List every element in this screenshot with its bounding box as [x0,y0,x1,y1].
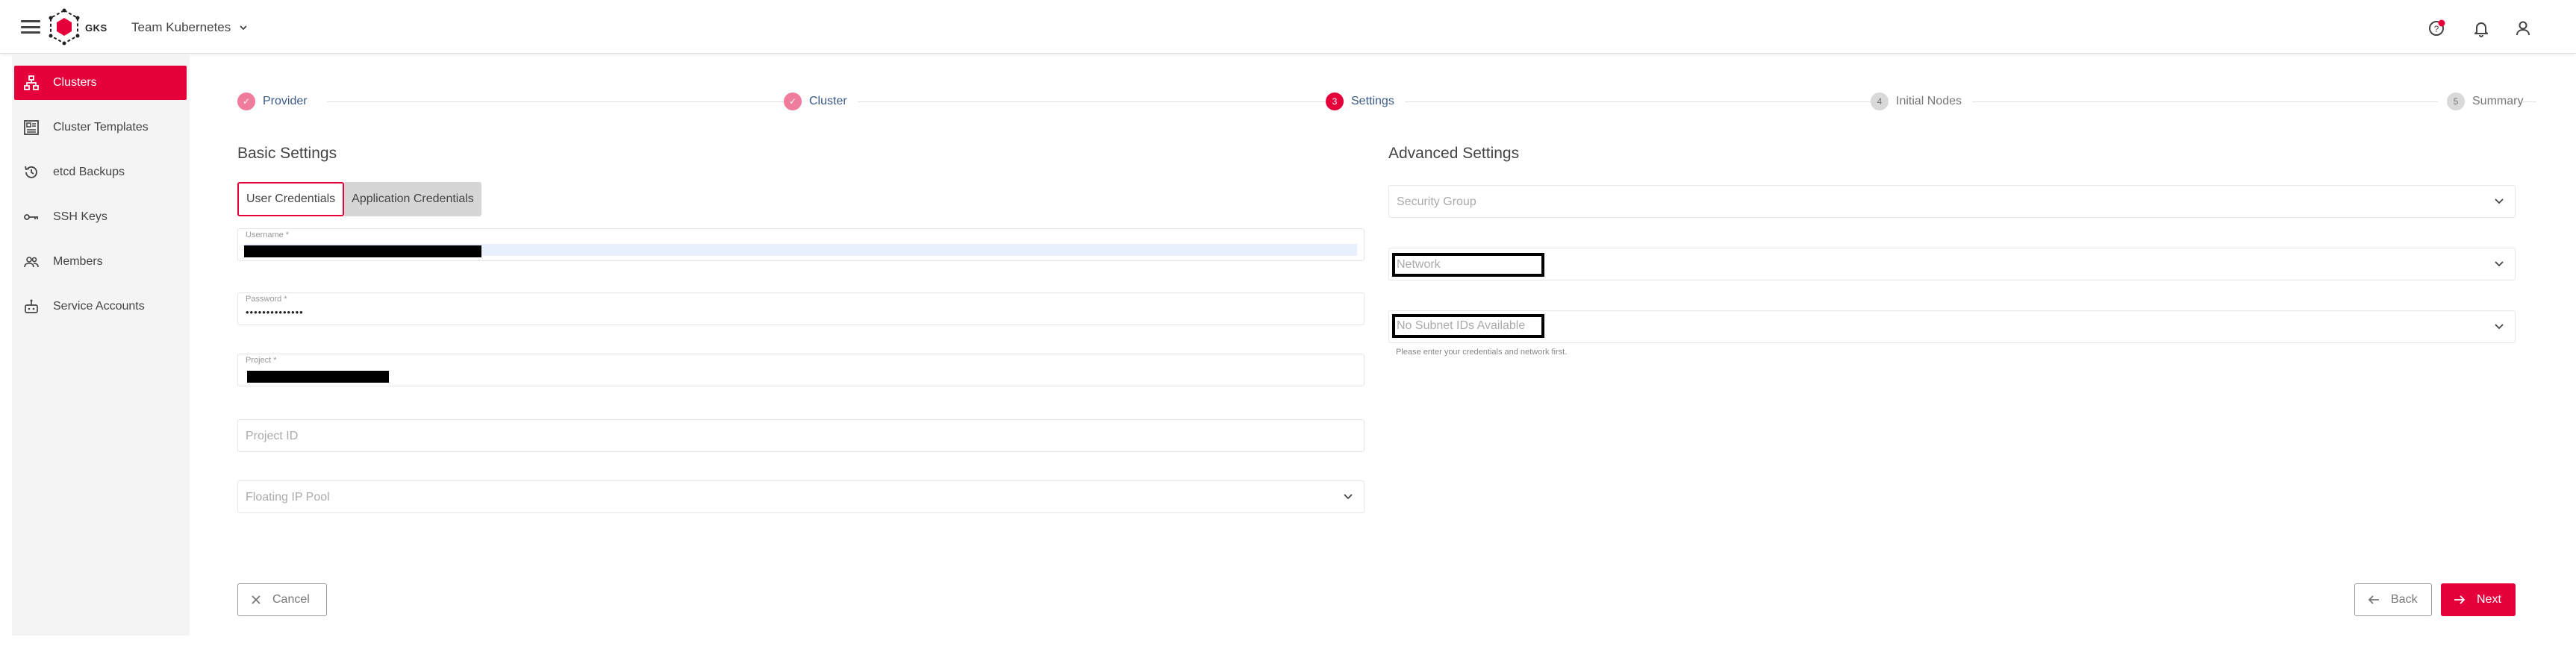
close-icon [252,595,261,604]
step-settings[interactable]: 3 Settings [1326,93,1405,110]
advanced-settings-title: Advanced Settings [1388,145,1520,162]
cancel-label: Cancel [272,593,310,606]
network-placeholder: Network [1397,258,1441,271]
next-label: Next [2477,593,2501,606]
step-label: Initial Nodes [1896,95,1962,107]
chevron-down-icon [2495,324,2504,330]
step-marker: 3 [1326,93,1344,110]
history-icon [23,164,40,181]
step-marker: 5 [2447,93,2465,110]
sidebar-item-label: Clusters [53,76,97,89]
step-initial-nodes[interactable]: 4 Initial Nodes [1871,93,1973,110]
project-selector[interactable]: Team Kubernetes [131,20,249,35]
sidebar-item-label: Cluster Templates [53,121,149,134]
sidebar-item-label: Members [53,255,103,268]
password-field[interactable]: Password * •••••••••••••• [237,292,1365,325]
sidebar-item-members[interactable]: Members [14,245,187,279]
step-marker: 4 [1871,93,1889,110]
credential-type-toggle: User Credentials Application Credentials [237,182,481,216]
step-summary[interactable]: 5 Summary [2438,93,2524,110]
sidebar-item-etcd-backups[interactable]: etcd Backups [14,155,187,189]
arrow-right-icon [2454,595,2466,604]
arrow-left-icon [2368,595,2379,604]
sidebar-item-service-accounts[interactable]: Service Accounts [14,289,187,324]
step-cluster[interactable]: ✓ Cluster [784,93,858,110]
logo-text: GKS [85,22,107,34]
bell-icon[interactable] [2471,18,2492,39]
redacted-project [247,371,389,383]
sidebar-item-label: Service Accounts [53,300,145,313]
step-label: Provider [263,95,308,107]
password-label: Password * [246,295,287,304]
sitemap-icon [23,75,40,91]
top-bar: GKS Team Kubernetes ? [0,0,2576,54]
sidebar-item-label: SSH Keys [53,210,107,223]
application-credentials-tab[interactable]: Application Credentials [344,182,481,216]
project-field[interactable]: Project * [237,354,1365,386]
chevron-down-icon [2495,198,2504,204]
security-group-select[interactable]: Security Group [1388,185,2516,218]
step-label: Cluster [809,95,847,107]
chevron-down-icon [2495,261,2504,267]
svg-text:?: ? [2434,24,2439,34]
stepper-line [327,101,2536,102]
robot-icon [23,298,40,315]
members-icon [23,254,40,270]
back-label: Back [2391,593,2418,606]
gks-logo [49,8,80,46]
subnet-select[interactable]: No Subnet IDs Available [1388,310,2516,343]
cancel-button[interactable]: Cancel [237,583,327,616]
user-account-icon[interactable] [2513,18,2533,39]
user-credentials-tab[interactable]: User Credentials [237,182,345,216]
network-select[interactable]: Network [1388,248,2516,280]
wizard-stepper: ✓ Provider ✓ Cluster 3 Settings 4 Initia… [237,93,2536,116]
redacted-username [244,245,481,257]
username-label: Username * [246,231,290,239]
project-label: Project * [246,356,277,365]
project-id-placeholder: Project ID [246,430,299,442]
subnet-hint: Please enter your credentials and networ… [1396,348,1568,357]
basic-settings-title: Basic Settings [237,145,337,162]
step-marker: ✓ [784,93,802,110]
chevron-down-icon [240,25,247,31]
step-marker: ✓ [237,93,255,110]
template-icon [23,119,40,136]
step-label: Summary [2472,95,2524,107]
floating-ip-pool-select[interactable]: Floating IP Pool [237,480,1365,513]
sidebar: Clusters Cluster Templates etcd Backups … [12,54,190,636]
next-button[interactable]: Next [2441,583,2516,616]
chevron-down-icon [1344,494,1353,500]
step-provider[interactable]: ✓ Provider [237,93,318,110]
project-name: Team Kubernetes [131,20,231,34]
help-icon[interactable]: ? [2426,18,2447,39]
sidebar-item-label: etcd Backups [53,166,125,178]
username-field[interactable]: Username * [237,228,1365,261]
key-icon [23,209,40,225]
subnet-placeholder: No Subnet IDs Available [1397,319,1526,332]
sidebar-item-cluster-templates[interactable]: Cluster Templates [14,110,187,145]
password-value: •••••••••••••• [246,307,304,318]
security-group-placeholder: Security Group [1397,195,1476,208]
floating-ip-placeholder: Floating IP Pool [246,491,330,504]
cluster-wizard-card: ✓ Provider ✓ Cluster 3 Settings 4 Initia… [213,81,2565,636]
project-id-field[interactable]: Project ID [237,419,1365,452]
step-label: Settings [1351,95,1394,107]
hamburger-menu-icon[interactable] [19,18,42,36]
back-button[interactable]: Back [2354,583,2432,616]
sidebar-item-ssh-keys[interactable]: SSH Keys [14,200,187,234]
sidebar-item-clusters[interactable]: Clusters [14,66,187,100]
